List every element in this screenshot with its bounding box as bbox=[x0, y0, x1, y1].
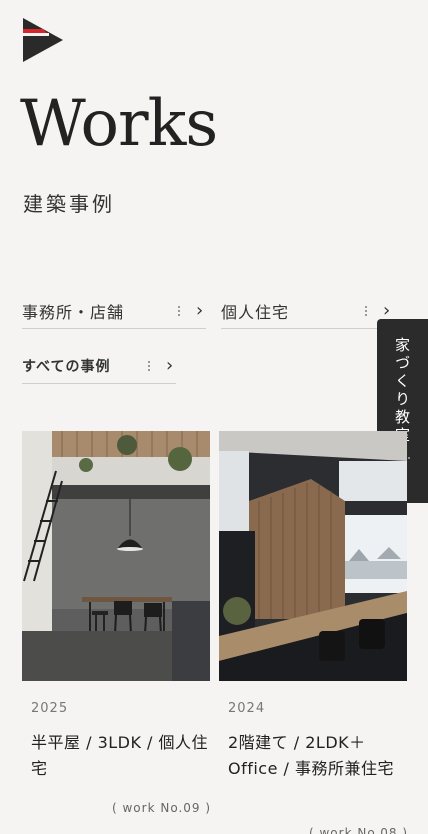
work-photo-interior-dining[interactable] bbox=[22, 431, 210, 681]
category-label: 個人住宅 bbox=[221, 302, 290, 322]
dotted-separator bbox=[178, 305, 180, 316]
page-subtitle: 建築事例 bbox=[23, 192, 115, 216]
category-private-house[interactable]: 個人住宅 › bbox=[221, 293, 393, 329]
triangle-flag-logo-icon[interactable] bbox=[23, 18, 63, 62]
work-card[interactable]: 2025 半平屋 / 3LDK / 個人住宅 bbox=[22, 431, 210, 782]
category-office-store[interactable]: 事務所・店舗 › bbox=[22, 293, 206, 329]
work-year: 2024 bbox=[228, 701, 266, 716]
chevron-right-icon: › bbox=[383, 300, 391, 321]
category-label: すべての事例 bbox=[22, 358, 111, 375]
chevron-right-icon: › bbox=[196, 300, 204, 321]
work-number: ( work No.09 ) bbox=[112, 801, 212, 815]
work-number: ( work No.08 ) bbox=[309, 826, 409, 834]
work-title: 2階建て / 2LDK＋Office / 事務所兼住宅 bbox=[228, 733, 395, 778]
page-title: Works bbox=[20, 87, 218, 161]
work-title: 半平屋 / 3LDK / 個人住宅 bbox=[31, 733, 209, 778]
side-tab-label: 家づくり教室 bbox=[393, 337, 411, 445]
category-label: 事務所・店舗 bbox=[22, 302, 125, 322]
chevron-right-icon: › bbox=[166, 355, 174, 376]
dotted-separator bbox=[148, 360, 150, 371]
category-all-works[interactable]: すべての事例 › bbox=[22, 348, 176, 384]
work-photo-interior-office[interactable] bbox=[219, 431, 407, 681]
work-year: 2025 bbox=[31, 701, 69, 716]
work-card[interactable]: 2024 2階建て / 2LDK＋Office / 事務所兼住宅 bbox=[219, 431, 407, 782]
dotted-separator bbox=[365, 305, 367, 316]
